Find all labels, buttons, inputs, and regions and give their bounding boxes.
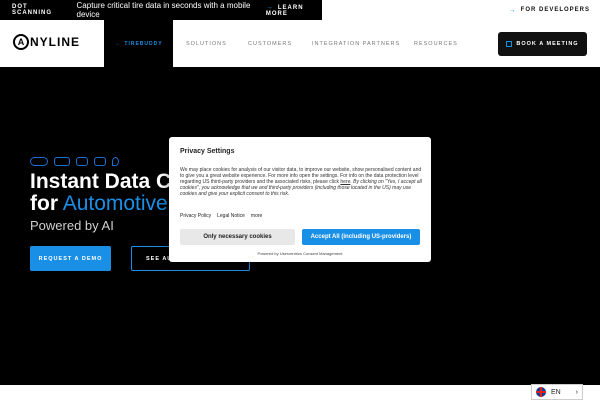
dialog-title: Privacy Settings (180, 148, 235, 155)
request-demo-button[interactable]: REQUEST A DEMO (30, 246, 111, 271)
accept-all-button[interactable]: Accept All (including US-providers) (302, 229, 420, 245)
hero-title-white: for (30, 192, 58, 215)
hero-title-line2: for Automotive (30, 192, 168, 216)
car-icon (30, 157, 48, 166)
document-icon (94, 157, 106, 166)
id-card-icon (54, 157, 70, 166)
uk-flag-icon (536, 387, 546, 397)
for-developers-label: FOR DEVELOPERS (520, 7, 590, 13)
book-meeting-button[interactable]: BOOK A MEETING (498, 32, 587, 56)
announcement-bar: DOT SCANNING Capture critical tire data … (0, 0, 600, 20)
calendar-icon (506, 41, 513, 47)
arrow-right-icon: → (508, 6, 517, 14)
anyline-logo[interactable]: A NYLINE (13, 34, 80, 50)
hero-subtitle: Powered by AI (30, 218, 114, 233)
nav-item-solutions[interactable]: SOLUTIONS (186, 20, 227, 67)
footer-strip (0, 385, 600, 400)
nav-item-tirebuddy[interactable]: → TIREBUDDY (104, 20, 173, 67)
for-developers-link[interactable]: → FOR DEVELOPERS (509, 0, 590, 20)
logo-text: NYLINE (30, 35, 81, 49)
announcement-tag: DOT SCANNING (12, 4, 53, 16)
announcement-message: Capture critical tire data in seconds wi… (76, 1, 251, 19)
language-selector[interactable]: EN › (531, 384, 583, 400)
privacy-settings-dialog: Privacy Settings We may place cookies fo… (169, 137, 431, 262)
hero-title-line1: Instant Data Ca (30, 170, 183, 193)
only-necessary-cookies-button[interactable]: Only necessary cookies (180, 229, 295, 245)
hero-title-blue: Automotive (62, 192, 168, 215)
arrow-right-icon: → (265, 3, 274, 11)
nav-item-customers[interactable]: CUSTOMERS (248, 20, 292, 67)
nav-item-resources[interactable]: RESOURCES (414, 20, 458, 67)
privacy-policy-link[interactable]: Privacy Policy (180, 213, 211, 219)
language-code: EN (551, 388, 561, 396)
main-nav: A NYLINE → TIREBUDDY SOLUTIONS CUSTOMERS … (0, 20, 600, 67)
announcement-left: DOT SCANNING Capture critical tire data … (0, 0, 322, 20)
book-meeting-label: BOOK A MEETING (516, 41, 579, 47)
legal-notice-link[interactable]: Legal Notice (217, 213, 245, 219)
more-link[interactable]: more (251, 213, 262, 219)
powered-by-text: Powered by Usercentrics Consent Manageme… (257, 251, 343, 256)
dialog-body: We may place cookies for analysis of our… (180, 167, 422, 197)
hero-icon-row (30, 157, 119, 166)
nav-item-tirebuddy-label: TIREBUDDY (124, 40, 163, 47)
nav-item-integration-partners[interactable]: INTEGRATION PARTNERS (312, 20, 400, 67)
tire-icon (76, 157, 88, 166)
learn-more-link[interactable]: → LEARN MORE (266, 4, 322, 17)
location-icon (112, 157, 119, 166)
chevron-right-icon: › (575, 388, 578, 396)
logo-mark: A (13, 34, 29, 50)
dialog-links: Privacy Policy Legal Notice more (180, 213, 262, 219)
